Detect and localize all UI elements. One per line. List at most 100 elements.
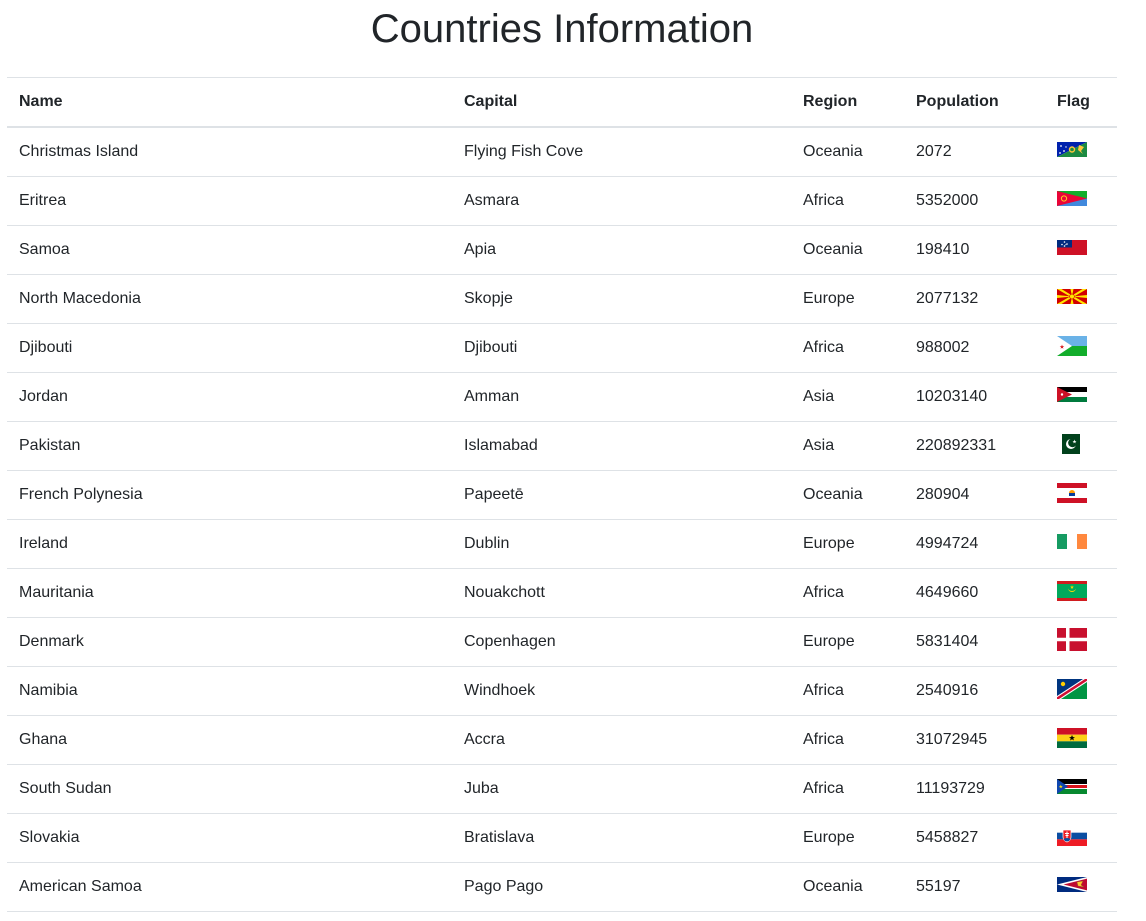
cell-flag xyxy=(1045,715,1117,765)
namibia-flag-icon xyxy=(1057,678,1105,704)
cell-flag xyxy=(1045,666,1117,716)
pakistan-flag-icon xyxy=(1057,433,1105,459)
page-title: Countries Information xyxy=(370,7,754,51)
cell-population: 220892331 xyxy=(904,421,1045,471)
denmark-flag-icon xyxy=(1057,628,1105,656)
cell-capital: Copenhagen xyxy=(452,617,791,667)
cell-flag xyxy=(1045,813,1117,863)
cell-population: 5458827 xyxy=(904,813,1045,863)
table-row: Mauritania Nouakchott Africa 4649660 xyxy=(7,568,1117,618)
cell-region: Asia xyxy=(791,372,904,422)
cell-capital: Windhoek xyxy=(452,666,791,716)
table-row: Jordan Amman Asia 10203140 xyxy=(7,372,1117,422)
cell-region: Europe xyxy=(791,274,904,324)
ghana-flag-icon xyxy=(1057,727,1105,753)
cell-capital: Flying Fish Cove xyxy=(452,126,791,177)
cell-flag xyxy=(1045,470,1117,520)
header-row: Name Capital Region Population Flag xyxy=(7,77,1117,128)
cell-capital: Amman xyxy=(452,372,791,422)
cell-name: South Sudan xyxy=(7,764,452,814)
cell-capital: Skopje xyxy=(452,274,791,324)
cell-flag xyxy=(1045,126,1117,177)
cell-region: Africa xyxy=(791,666,904,716)
table-row: Djibouti Djibouti Africa 988002 xyxy=(7,323,1117,373)
table-row: Ireland Dublin Europe 4994724 xyxy=(7,519,1117,569)
table-row: Pakistan Islamabad Asia 220892331 xyxy=(7,421,1117,471)
cell-name: Slovakia xyxy=(7,813,452,863)
table-row: Denmark Copenhagen Europe 5831404 xyxy=(7,617,1117,667)
cell-name: Ireland xyxy=(7,519,452,569)
cell-region: Oceania xyxy=(791,126,904,177)
column-header-flag: Flag xyxy=(1045,77,1117,128)
cell-flag xyxy=(1045,617,1117,667)
slovakia-flag-icon xyxy=(1057,825,1105,851)
cell-population: 5831404 xyxy=(904,617,1045,667)
cell-name: American Samoa xyxy=(7,862,452,912)
cell-region: Africa xyxy=(791,764,904,814)
cell-name: French Polynesia xyxy=(7,470,452,520)
cell-flag xyxy=(1045,421,1117,471)
cell-population: 280904 xyxy=(904,470,1045,520)
cell-population: 10203140 xyxy=(904,372,1045,422)
cell-population: 31072945 xyxy=(904,715,1045,765)
cell-region: Africa xyxy=(791,568,904,618)
cell-population: 988002 xyxy=(904,323,1045,373)
table-row: Namibia Windhoek Africa 2540916 xyxy=(7,666,1117,716)
cell-population: 4994724 xyxy=(904,519,1045,569)
cell-population: 2540916 xyxy=(904,666,1045,716)
cell-region: Africa xyxy=(791,176,904,226)
cell-capital: Accra xyxy=(452,715,791,765)
table-row: American Samoa Pago Pago Oceania 55197 xyxy=(7,862,1117,912)
djibouti-flag-icon xyxy=(1057,335,1105,361)
cell-population: 2072 xyxy=(904,126,1045,177)
column-header-name: Name xyxy=(7,77,452,128)
south-sudan-flag-icon xyxy=(1057,779,1105,799)
table-body: Christmas Island Flying Fish Cove Oceania 2… xyxy=(7,126,1117,912)
column-header-capital: Capital xyxy=(452,77,791,128)
cell-flag xyxy=(1045,568,1117,618)
cell-flag xyxy=(1045,862,1117,912)
north-macedonia-flag-icon xyxy=(1057,289,1105,309)
cell-region: Asia xyxy=(791,421,904,471)
table-row: French Polynesia Papeetē Oceania 280904 xyxy=(7,470,1117,520)
cell-capital: Dublin xyxy=(452,519,791,569)
cell-name: Christmas Island xyxy=(7,126,452,177)
cell-flag xyxy=(1045,764,1117,814)
cell-population: 198410 xyxy=(904,225,1045,275)
cell-name: Mauritania xyxy=(7,568,452,618)
cell-flag xyxy=(1045,176,1117,226)
column-header-population: Population xyxy=(904,77,1045,128)
cell-population: 55197 xyxy=(904,862,1045,912)
french-polynesia-flag-icon xyxy=(1057,482,1105,508)
cell-region: Oceania xyxy=(791,225,904,275)
cell-capital: Juba xyxy=(452,764,791,814)
ireland-flag-icon xyxy=(1057,534,1105,554)
eritrea-flag-icon xyxy=(1057,191,1105,211)
cell-capital: Bratislava xyxy=(452,813,791,863)
cell-name: Ghana xyxy=(7,715,452,765)
cell-name: Namibia xyxy=(7,666,452,716)
cell-flag xyxy=(1045,323,1117,373)
cell-capital: Pago Pago xyxy=(452,862,791,912)
cell-region: Africa xyxy=(791,323,904,373)
cell-name: Jordan xyxy=(7,372,452,422)
cell-region: Europe xyxy=(791,519,904,569)
cell-capital: Apia xyxy=(452,225,791,275)
jordan-flag-icon xyxy=(1057,387,1105,407)
table-header: Name Capital Region Population Flag xyxy=(7,77,1117,128)
american-samoa-flag-icon xyxy=(1057,877,1105,897)
cell-flag xyxy=(1045,519,1117,569)
cell-name: Djibouti xyxy=(7,323,452,373)
cell-region: Oceania xyxy=(791,862,904,912)
cell-capital: Papeetē xyxy=(452,470,791,520)
cell-name: Samoa xyxy=(7,225,452,275)
cell-name: Denmark xyxy=(7,617,452,667)
cell-capital: Djibouti xyxy=(452,323,791,373)
cell-region: Africa xyxy=(791,715,904,765)
mauritania-flag-icon xyxy=(1057,580,1105,606)
cell-name: Eritrea xyxy=(7,176,452,226)
table-row: South Sudan Juba Africa 11193729 xyxy=(7,764,1117,814)
cell-flag xyxy=(1045,225,1117,275)
cell-population: 4649660 xyxy=(904,568,1045,618)
cell-name: North Macedonia xyxy=(7,274,452,324)
